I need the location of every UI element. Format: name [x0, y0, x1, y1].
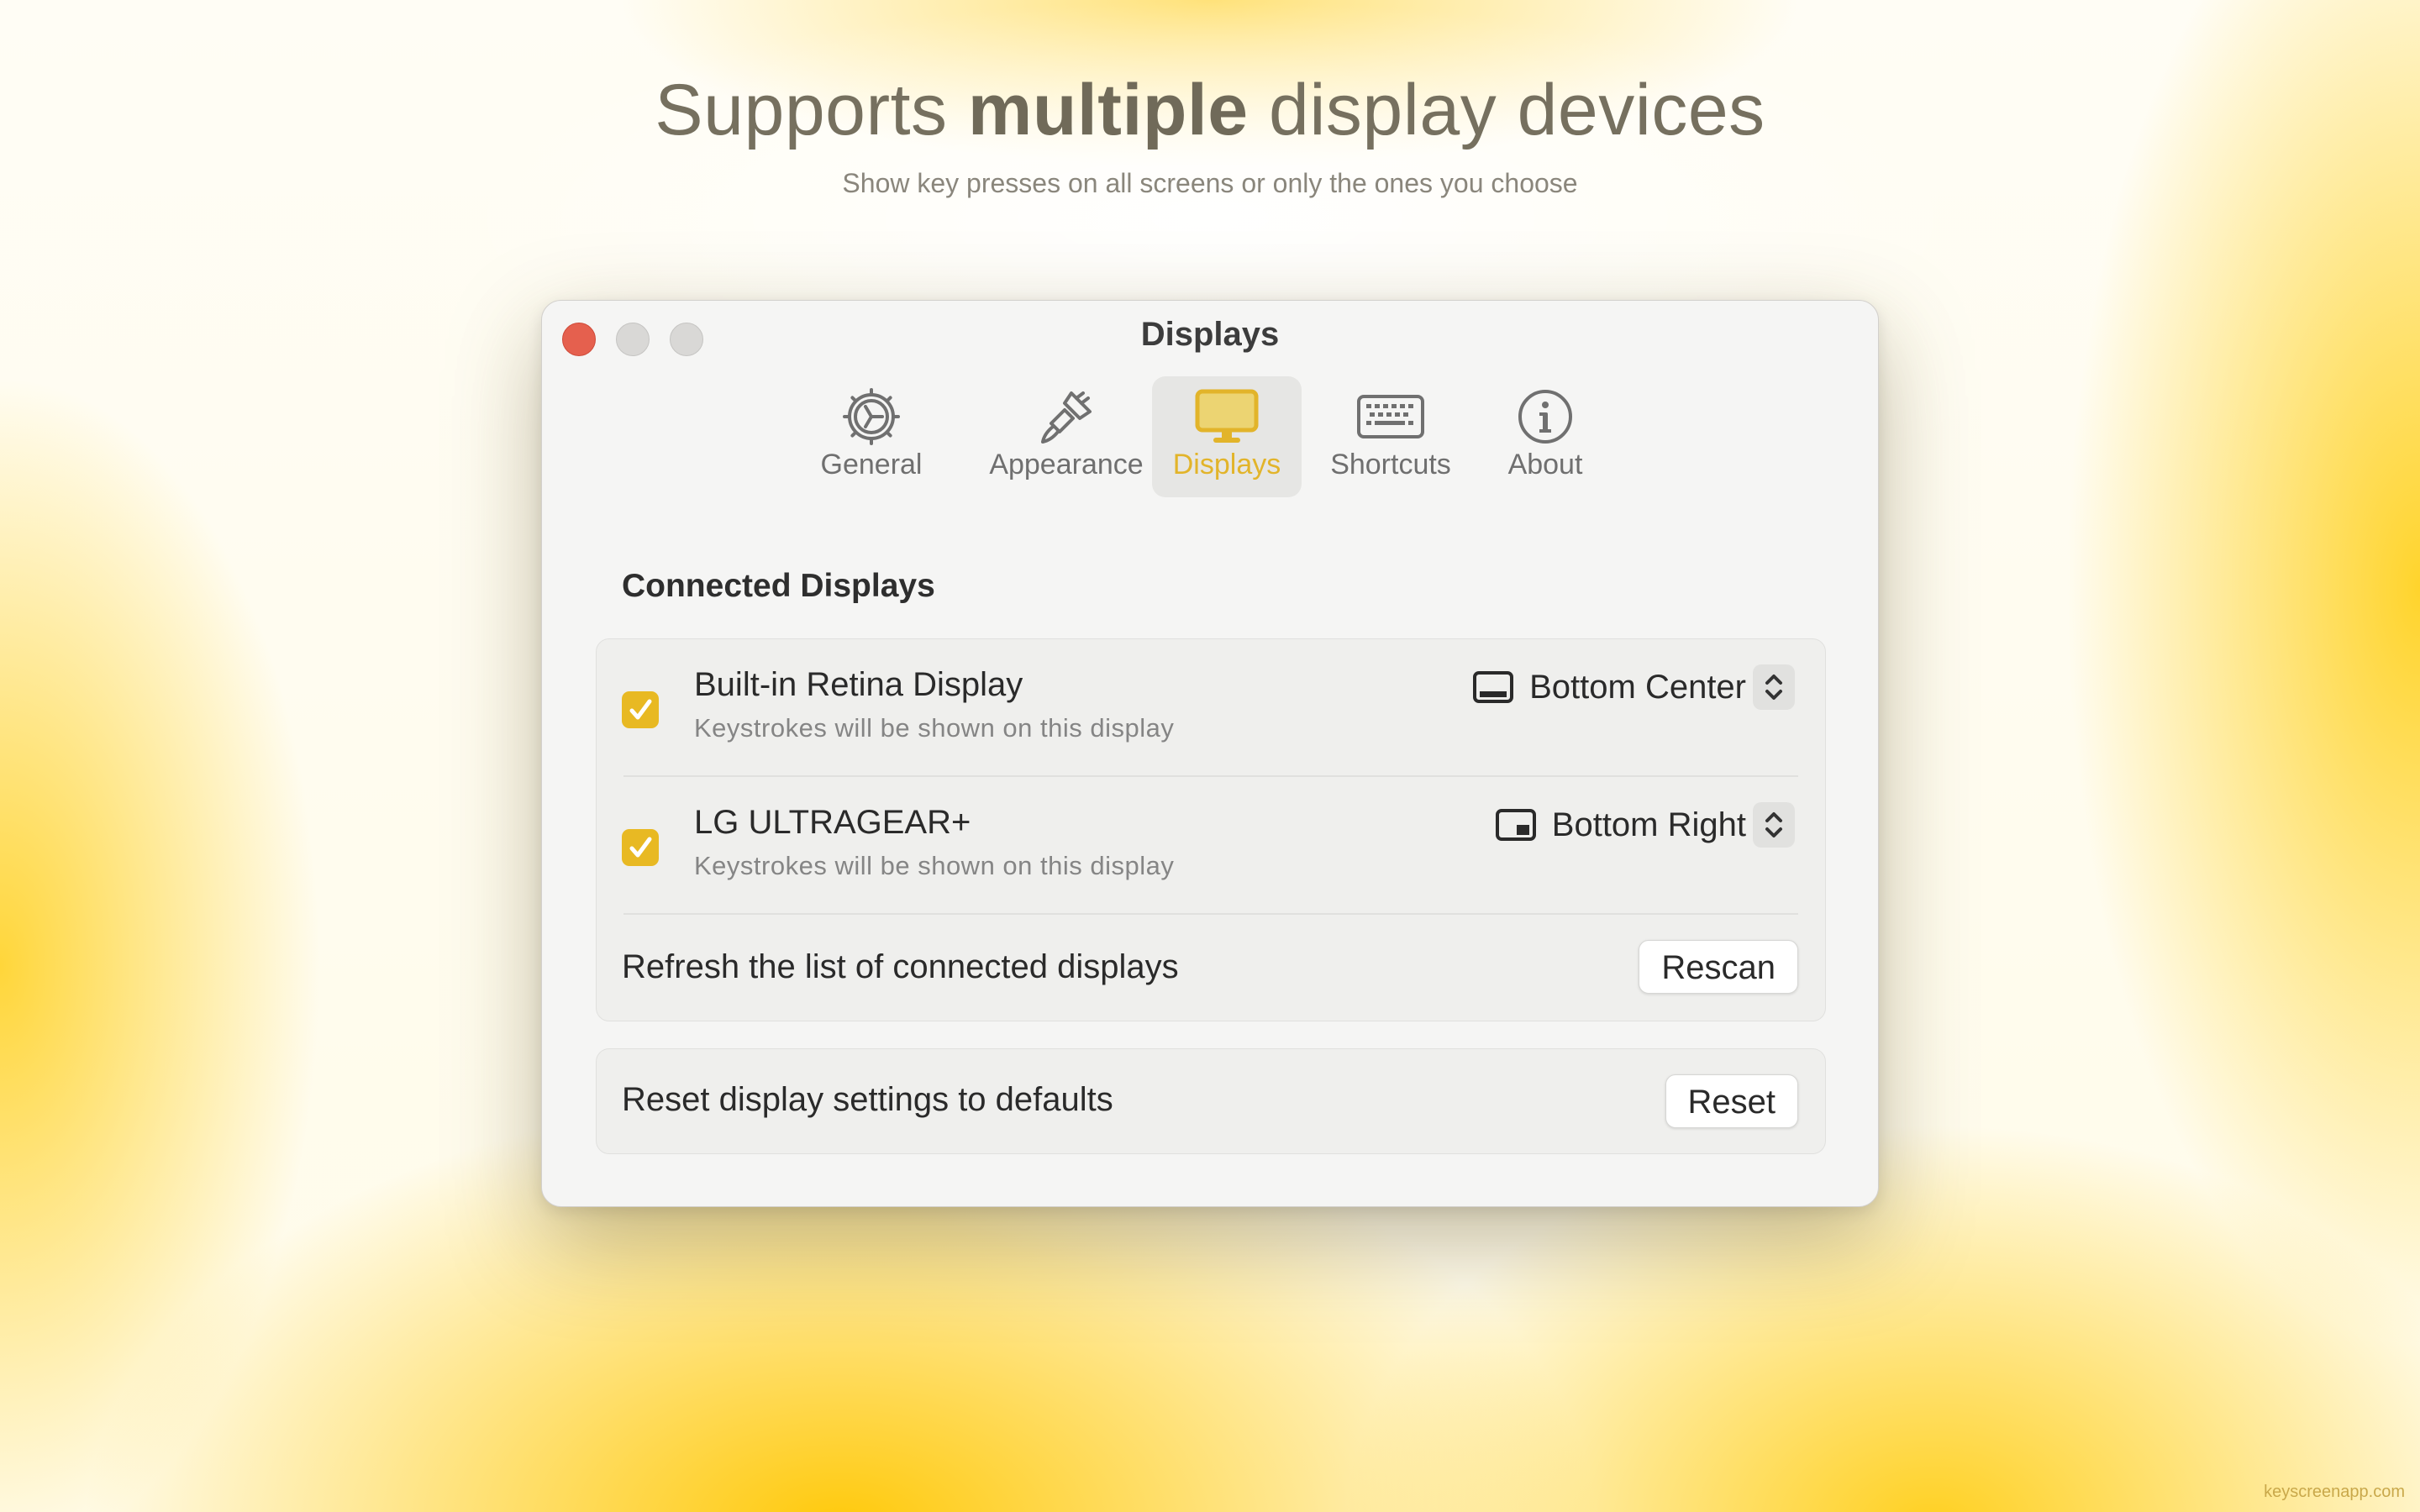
- display-name: LG ULTRAGEAR+: [694, 804, 971, 841]
- paintbrush-icon: [1041, 391, 1092, 444]
- display-subtitle: Keystrokes will be shown on this display: [694, 851, 1175, 880]
- hero-title-start: Supports: [655, 70, 968, 150]
- tab-about-label: About: [1507, 449, 1583, 480]
- window-title: Displays: [1140, 316, 1280, 353]
- checkmark-icon: [629, 699, 652, 720]
- up-down-chevron-icon: [1765, 675, 1782, 700]
- refresh-label: Refresh the list of connected displays: [622, 948, 1179, 985]
- position-select[interactable]: Bottom Center: [1472, 664, 1795, 710]
- tab-shortcuts[interactable]: Shortcuts: [1315, 376, 1466, 497]
- tab-appearance-label: Appearance: [989, 449, 1144, 480]
- tab-shortcuts-label: Shortcuts: [1330, 449, 1451, 480]
- position-stepper[interactable]: [1753, 802, 1795, 848]
- website-watermark: keyscreenapp.com: [2264, 1483, 2405, 1501]
- rescan-button[interactable]: Rescan: [1639, 940, 1798, 994]
- gear-icon: [843, 388, 900, 445]
- tab-general-label: General: [820, 449, 923, 480]
- display-row: Built-in Retina Display Keystrokes will …: [597, 639, 1825, 777]
- reset-label: Reset display settings to defaults: [622, 1081, 1113, 1118]
- display-icon: [1195, 389, 1259, 443]
- reset-group: Reset display settings to defaults Reset: [596, 1048, 1826, 1154]
- bottom-right-position-icon: [1495, 809, 1536, 841]
- section-title: Connected Displays: [622, 568, 935, 604]
- bottom-center-position-icon: [1473, 671, 1514, 703]
- tab-about[interactable]: About: [1486, 376, 1604, 497]
- hero-title-end: display devices: [1248, 70, 1765, 150]
- display-row: LG ULTRAGEAR+ Keystrokes will be shown o…: [597, 777, 1825, 915]
- display-subtitle: Keystrokes will be shown on this display: [694, 713, 1175, 743]
- tab-appearance[interactable]: Appearance: [964, 376, 1169, 497]
- reset-button[interactable]: Reset: [1665, 1074, 1798, 1128]
- connected-displays-group: Built-in Retina Display Keystrokes will …: [596, 638, 1826, 1021]
- hero-subtitle: Show key presses on all screens or only …: [842, 168, 1578, 198]
- tab-general[interactable]: General: [806, 376, 937, 497]
- position-value: Bottom Right: [1551, 806, 1746, 843]
- tab-displays-label: Displays: [1172, 449, 1281, 480]
- info-icon: [1518, 390, 1572, 444]
- up-down-chevron-icon: [1765, 812, 1782, 837]
- checkmark-icon: [629, 837, 652, 858]
- preferences-window: Displays General Appearance Displays Sho…: [541, 300, 1879, 1207]
- position-value: Bottom Center: [1529, 668, 1746, 706]
- display-enabled-checkbox[interactable]: [622, 829, 659, 866]
- keyboard-icon: [1357, 395, 1424, 438]
- hero-title: Supports multiple display devices: [0, 69, 2420, 152]
- position-select[interactable]: Bottom Right: [1495, 802, 1795, 848]
- hero-title-emphasis: multiple: [967, 70, 1249, 150]
- tab-displays[interactable]: Displays: [1152, 376, 1302, 497]
- rescan-row: Refresh the list of connected displays R…: [597, 915, 1825, 1022]
- preferences-toolbar: General Appearance Displays Shortcuts Ab…: [542, 376, 1878, 502]
- display-name: Built-in Retina Display: [694, 666, 1023, 703]
- display-enabled-checkbox[interactable]: [622, 691, 659, 728]
- position-stepper[interactable]: [1753, 664, 1795, 710]
